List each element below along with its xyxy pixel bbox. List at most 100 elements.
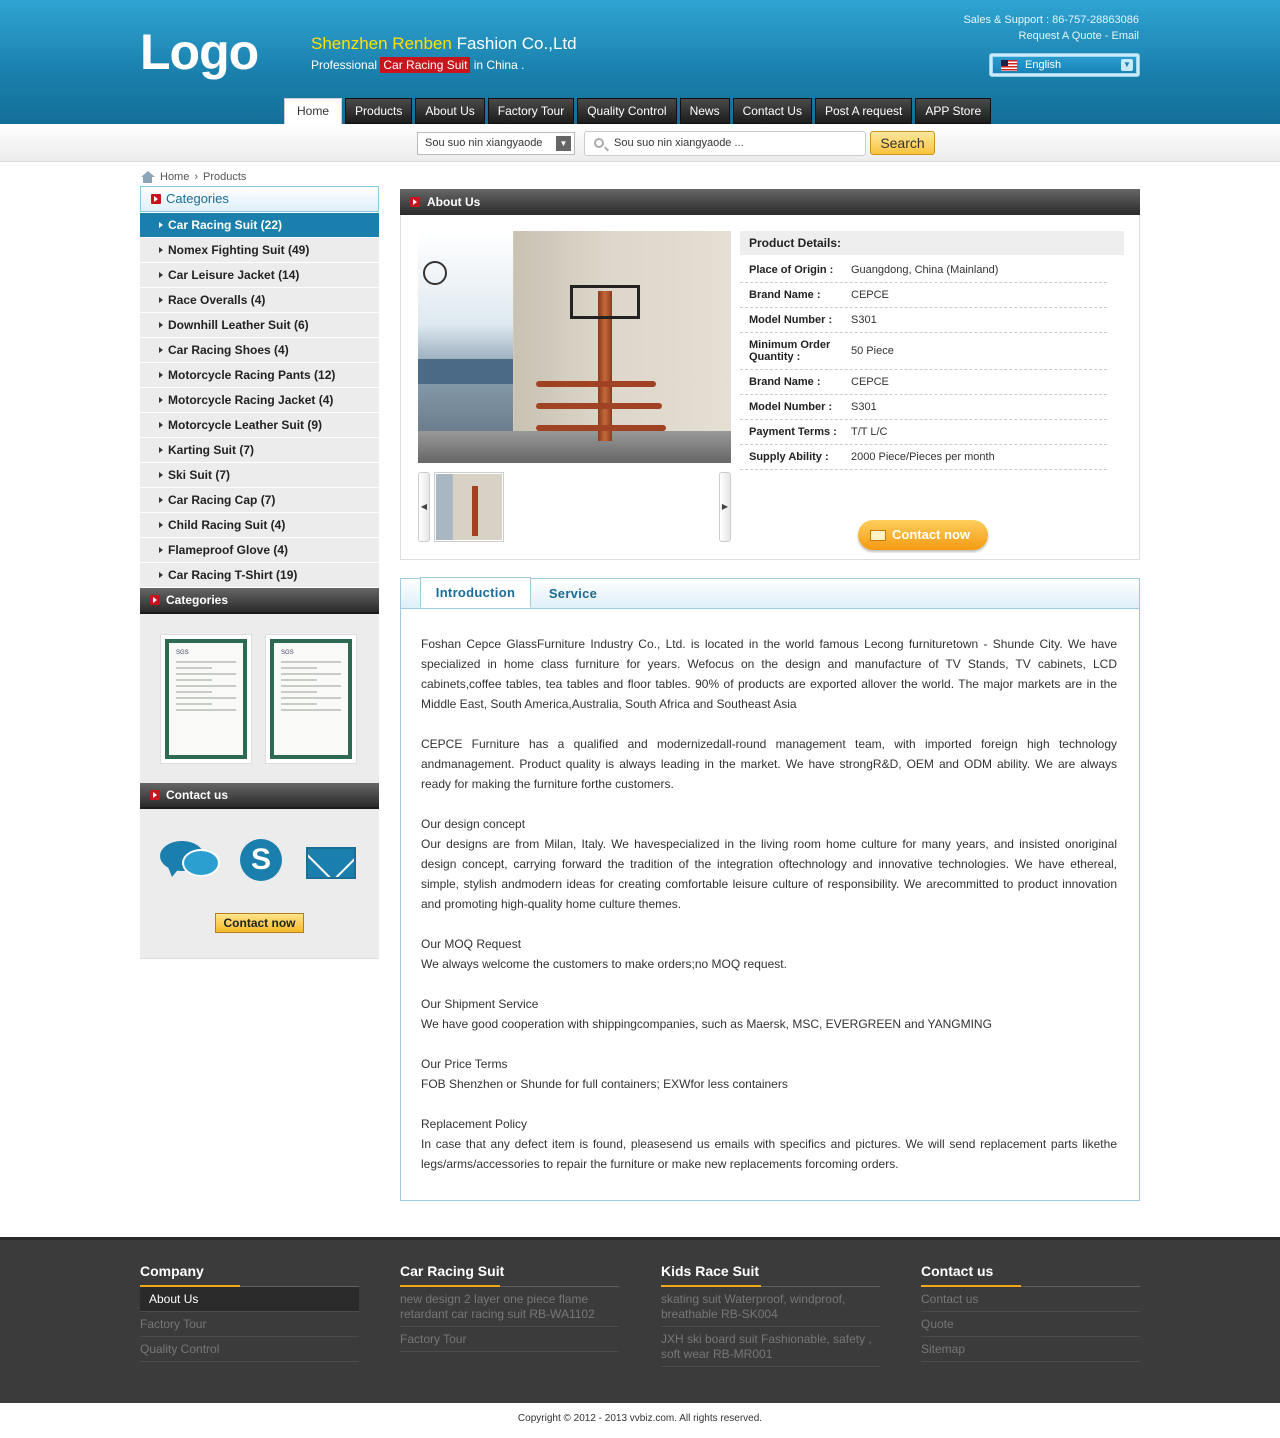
email-link[interactable]: Email (1111, 30, 1139, 42)
contact-header: Contact us (140, 783, 379, 809)
search-category-value: Sou suo nin xiangyaode (425, 137, 543, 149)
chevron-down-icon: ▼ (556, 136, 571, 151)
logo[interactable]: Logo (140, 25, 259, 79)
footer-link[interactable]: Contact us (921, 1287, 1140, 1312)
category-item[interactable]: Child Racing Suit (4) (140, 513, 379, 538)
tagline: Professional Car Racing Suit in China . (311, 57, 524, 73)
tab-introduction[interactable]: Introduction (420, 577, 531, 608)
category-item[interactable]: Car Racing T-Shirt (19) (140, 563, 379, 588)
chevron-down-icon: ▼ (1121, 59, 1133, 71)
footer-link[interactable]: Factory Tour (140, 1312, 359, 1337)
nav-products[interactable]: Products (345, 98, 413, 124)
category-list: Car Racing Suit (22) Nomex Fighting Suit… (140, 213, 379, 588)
tab-service[interactable]: Service (532, 579, 614, 609)
main-content: About Us ◀ ▶ Product Details: Place of O… (400, 189, 1140, 560)
detail-key: Model Number : (749, 314, 833, 326)
footer-link[interactable]: skating suit Waterproof, windproof, brea… (661, 1287, 880, 1327)
detail-row: Place of Origin : Guangdong, China (Mainl… (740, 258, 1107, 283)
detail-value: Guangdong, China (Mainland) (851, 264, 999, 276)
us-flag-icon (1001, 60, 1017, 71)
footer-col-contact-us: Contact us Contact us Quote Sitemap (921, 1262, 1140, 1362)
contact-now-button[interactable]: Contact now (858, 520, 988, 550)
bullet-icon (150, 595, 160, 605)
breadcrumb-home[interactable]: Home (160, 170, 189, 184)
contact-title: Contact us (166, 788, 229, 802)
category-item[interactable]: Motorcycle Leather Suit (9) (140, 413, 379, 438)
chat-icon[interactable] (160, 839, 220, 885)
category-item[interactable]: Car Racing Suit (22) (140, 213, 379, 238)
nav-contact-us[interactable]: Contact Us (732, 98, 812, 124)
category-item[interactable]: Car Leisure Jacket (14) (140, 263, 379, 288)
category-item[interactable]: Car Racing Shoes (4) (140, 338, 379, 363)
contact-now-label: Contact now (892, 527, 970, 542)
category-item[interactable]: Flameproof Glove (4) (140, 538, 379, 563)
search-bar: Sou suo nin xiangyaode ▼ Sou suo nin xian… (0, 124, 1280, 162)
tagline-highlight: Car Racing Suit (380, 57, 471, 73)
nav-post-request[interactable]: Post A request (814, 98, 913, 124)
detail-key: Minimum Order Quantity : (749, 339, 831, 363)
introduction-text: Foshan Cepce GlassFurniture Industry Co.… (421, 634, 1117, 1174)
certificate-label: SGS (176, 650, 189, 656)
envelope-icon (870, 530, 886, 541)
footer-link[interactable]: JXH ski board suit Fashionable, safety ,… (661, 1327, 880, 1367)
thumb-prev-arrow-icon[interactable]: ◀ (418, 472, 430, 542)
search-category-select[interactable]: Sou suo nin xiangyaode ▼ (417, 132, 575, 155)
detail-key: Supply Ability : (749, 451, 829, 463)
bullet-icon (410, 197, 420, 207)
footer-col-car-racing-suit: Car Racing Suit new design 2 layer one p… (400, 1262, 619, 1352)
category-item[interactable]: Nomex Fighting Suit (49) (140, 238, 379, 263)
intro-paragraph: We have good cooperation with shippingco… (421, 1017, 992, 1031)
skype-icon[interactable]: S (230, 839, 290, 885)
language-label: English (1025, 59, 1062, 71)
chevron-right-icon: › (194, 171, 199, 183)
copyright: Copyright © 2012 - 2013 vvbiz.com. All r… (517, 1413, 763, 1424)
nav-home[interactable]: Home (284, 98, 343, 125)
footer-link[interactable]: About Us (140, 1287, 359, 1312)
language-select[interactable]: English ▼ (989, 53, 1140, 77)
nav-about-us[interactable]: About Us (415, 98, 485, 124)
home-icon (140, 171, 155, 183)
detail-value: S301 (851, 314, 877, 326)
footer-link[interactable]: new design 2 layer one piece flame retar… (400, 1287, 619, 1327)
category-item[interactable]: Motorcycle Racing Jacket (4) (140, 388, 379, 413)
category-item[interactable]: Race Overalls (4) (140, 288, 379, 313)
footer-link[interactable]: Quote (921, 1312, 1140, 1337)
category-item[interactable]: Car Racing Cap (7) (140, 488, 379, 513)
mail-icon[interactable] (300, 839, 360, 885)
nav-factory-tour[interactable]: Factory Tour (487, 98, 575, 124)
footer-col-company: Company About Us Factory Tour Quality Co… (140, 1262, 359, 1362)
nav-quality-control[interactable]: Quality Control (577, 98, 677, 124)
product-panel: ◀ ▶ Product Details: Place of Origin : Gu… (400, 215, 1140, 560)
intro-heading: Our Price Terms (421, 1057, 508, 1071)
intro-heading: Replacement Policy (421, 1117, 528, 1131)
tab-bar: Introduction Service (401, 577, 1139, 609)
support-phone: Sales & Support : 86-757-28863086 (963, 14, 1139, 26)
category-item[interactable]: Karting Suit (7) (140, 438, 379, 463)
footer-link[interactable]: Sitemap (921, 1337, 1140, 1362)
detail-value: 50 Piece (851, 345, 894, 357)
product-thumbnail[interactable] (434, 472, 504, 542)
tagline-suffix: in China . (470, 58, 525, 72)
thumb-next-arrow-icon[interactable]: ▶ (719, 472, 731, 542)
sidebar: Categories Car Racing Suit (22) Nomex Fi… (140, 186, 379, 959)
breadcrumb-products[interactable]: Products (203, 170, 246, 184)
detail-key: Place of Origin : (749, 264, 834, 276)
category-item[interactable]: Downhill Leather Suit (6) (140, 313, 379, 338)
certificate-image[interactable]: SGS (265, 634, 357, 764)
search-input[interactable]: Sou suo nin xiangyaode ... (584, 131, 866, 156)
certificate-image[interactable]: SGS (160, 634, 252, 764)
nav-news[interactable]: News (679, 98, 730, 124)
footer-link[interactable]: Quality Control (140, 1337, 359, 1362)
detail-row: Payment Terms : T/T L/C (740, 420, 1107, 445)
sidebar-contact-now-button[interactable]: Contact now (215, 913, 304, 933)
breadcrumb: Home › Products (140, 170, 246, 184)
site-footer: Company About Us Factory Tour Quality Co… (0, 1237, 1280, 1403)
nav-app-store[interactable]: APP Store (915, 98, 992, 124)
product-image[interactable] (418, 231, 731, 463)
search-button[interactable]: Search (870, 131, 935, 155)
category-item[interactable]: Ski Suit (7) (140, 463, 379, 488)
category-item[interactable]: Motorcycle Racing Pants (12) (140, 363, 379, 388)
intro-heading: Our MOQ Request (421, 937, 522, 951)
footer-link[interactable]: Factory Tour (400, 1327, 619, 1352)
request-quote-link[interactable]: Request A Quote (1019, 30, 1102, 42)
